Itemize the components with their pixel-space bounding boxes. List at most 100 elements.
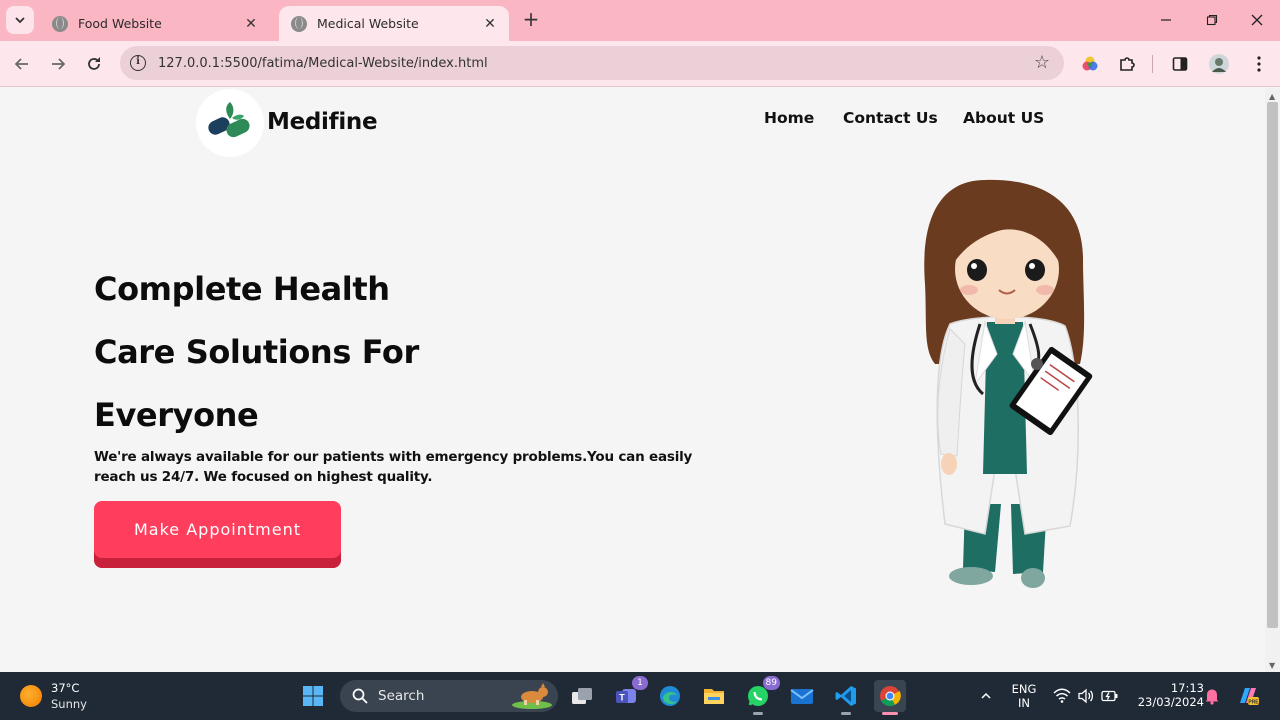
windows-logo-icon — [303, 686, 323, 706]
task-view-icon — [572, 688, 592, 704]
teams-badge: 1 — [632, 676, 648, 690]
browser-toolbar: i 127.0.0.1:5500/fatima/Medical-Website/… — [0, 41, 1280, 87]
make-appointment-button[interactable]: Make Appointment — [94, 501, 341, 568]
scroll-down-icon[interactable]: ▼ — [1269, 661, 1275, 670]
scroll-up-icon[interactable]: ▲ — [1269, 92, 1275, 101]
language-code: ENG — [1011, 682, 1037, 696]
color-extension-icon[interactable] — [1077, 51, 1103, 77]
svg-text:PRE: PRE — [1248, 700, 1259, 706]
scrollbar-thumb[interactable] — [1267, 102, 1278, 628]
browser-menu-icon[interactable] — [1246, 51, 1272, 77]
tab-title: Food Website — [78, 16, 162, 31]
capsule-leaf-logo-icon — [208, 102, 250, 138]
chrome-icon — [880, 686, 901, 707]
restore-icon — [1206, 14, 1218, 26]
web-page: Medifine Home Contact Us About US Comple… — [0, 88, 1265, 672]
clock-date: 23/03/2024 — [1137, 695, 1204, 709]
minimize-icon — [1161, 19, 1171, 21]
close-tab-icon[interactable]: ✕ — [242, 16, 260, 32]
edge-icon — [660, 686, 680, 706]
sun-weather-icon[interactable] — [20, 685, 42, 707]
running-indicator — [753, 712, 763, 715]
hero-description: We're always available for our patients … — [94, 449, 693, 485]
svg-text:T: T — [619, 693, 625, 703]
whatsapp-app[interactable]: 89 — [742, 676, 780, 715]
search-icon — [352, 688, 368, 704]
nav-contact-us[interactable]: Contact Us — [843, 109, 938, 127]
tab-food-website[interactable]: Food Website ✕ — [40, 6, 270, 41]
side-panel-icon[interactable] — [1167, 51, 1193, 77]
edge-app[interactable] — [654, 680, 686, 712]
page-scrollbar[interactable]: ▲ ▼ — [1265, 88, 1280, 672]
reload-icon — [88, 57, 100, 70]
wifi-icon — [1053, 688, 1071, 703]
battery-charging-icon — [1101, 690, 1118, 702]
hero-heading: Complete Health Care Solutions For Every… — [94, 258, 514, 447]
chevron-down-icon — [15, 17, 25, 24]
chrome-app[interactable] — [874, 680, 906, 715]
notifications-button[interactable] — [1196, 680, 1228, 712]
site-logo[interactable] — [196, 89, 264, 157]
speaker-icon — [1078, 688, 1094, 704]
new-tab-button[interactable]: + — [519, 8, 543, 32]
battery-status[interactable] — [1094, 680, 1126, 712]
globe-icon — [291, 15, 307, 32]
windows-taskbar: 37°C Sunny Search T 1 89 ENG IN 17:13 23… — [0, 672, 1280, 720]
doctor-illustration — [924, 179, 1093, 588]
close-icon — [1251, 14, 1263, 26]
hero-heading-line: Everyone — [94, 396, 259, 434]
arrow-right-icon — [52, 58, 66, 70]
tab-search-button[interactable] — [6, 6, 34, 34]
nav-about-us[interactable]: About US — [963, 109, 1044, 127]
task-view-button[interactable] — [566, 680, 598, 712]
corgi-search-highlight-icon — [512, 683, 552, 709]
vscode-app[interactable] — [830, 680, 862, 715]
vscode-icon — [835, 686, 856, 706]
close-window-button[interactable] — [1234, 0, 1280, 40]
bell-icon — [1205, 689, 1219, 705]
mail-icon — [790, 689, 814, 704]
site-info-icon[interactable]: i — [130, 55, 146, 71]
start-button[interactable] — [297, 680, 329, 712]
show-hidden-icons-button[interactable] — [970, 680, 1002, 712]
copilot-icon: PRE — [1240, 688, 1259, 706]
tab-title: Medical Website — [317, 16, 419, 31]
browser-tab-strip: Food Website ✕ Medical Website ✕ + — [0, 0, 1280, 41]
back-button[interactable] — [9, 51, 35, 77]
close-tab-icon[interactable]: ✕ — [481, 16, 499, 32]
tab-medical-website[interactable]: Medical Website ✕ — [279, 6, 509, 41]
url-text: 127.0.0.1:5500/fatima/Medical-Website/in… — [158, 55, 488, 71]
hero-heading-line: Complete Health — [94, 270, 390, 308]
weather-condition[interactable]: Sunny — [51, 697, 87, 711]
toolbar-divider — [1152, 55, 1153, 73]
file-explorer-app[interactable] — [698, 680, 730, 712]
folder-icon — [704, 689, 724, 704]
reload-button[interactable] — [81, 51, 107, 77]
profile-avatar[interactable] — [1206, 51, 1232, 77]
copilot-button[interactable]: PRE — [1232, 680, 1264, 712]
minimize-button[interactable] — [1143, 0, 1189, 40]
taskbar-search-box[interactable]: Search — [340, 680, 558, 712]
search-label: Search — [378, 688, 425, 704]
running-indicator — [841, 712, 851, 715]
weather-temperature[interactable]: 37°C — [51, 681, 79, 695]
globe-icon — [52, 15, 68, 32]
bookmark-star-icon[interactable]: ☆ — [1034, 52, 1050, 73]
address-bar[interactable]: i 127.0.0.1:5500/fatima/Medical-Website/… — [120, 46, 1064, 80]
language-indicator[interactable]: ENG IN — [1008, 682, 1040, 710]
chevron-up-icon — [981, 692, 991, 699]
whatsapp-badge: 89 — [762, 676, 780, 690]
site-brand-name[interactable]: Medifine — [267, 109, 378, 135]
clock[interactable]: 17:13 23/03/2024 — [1130, 681, 1204, 709]
teams-app[interactable]: T 1 — [610, 676, 648, 712]
forward-button[interactable] — [45, 51, 71, 77]
language-region: IN — [1018, 696, 1030, 710]
running-indicator — [882, 712, 898, 715]
restore-button[interactable] — [1189, 0, 1235, 40]
clock-time: 17:13 — [1170, 681, 1204, 695]
hero-heading-line: Care Solutions For — [94, 333, 419, 371]
mail-app[interactable] — [786, 680, 818, 712]
nav-home[interactable]: Home — [764, 109, 814, 127]
arrow-left-icon — [14, 58, 28, 70]
extensions-puzzle-icon[interactable] — [1114, 51, 1140, 77]
